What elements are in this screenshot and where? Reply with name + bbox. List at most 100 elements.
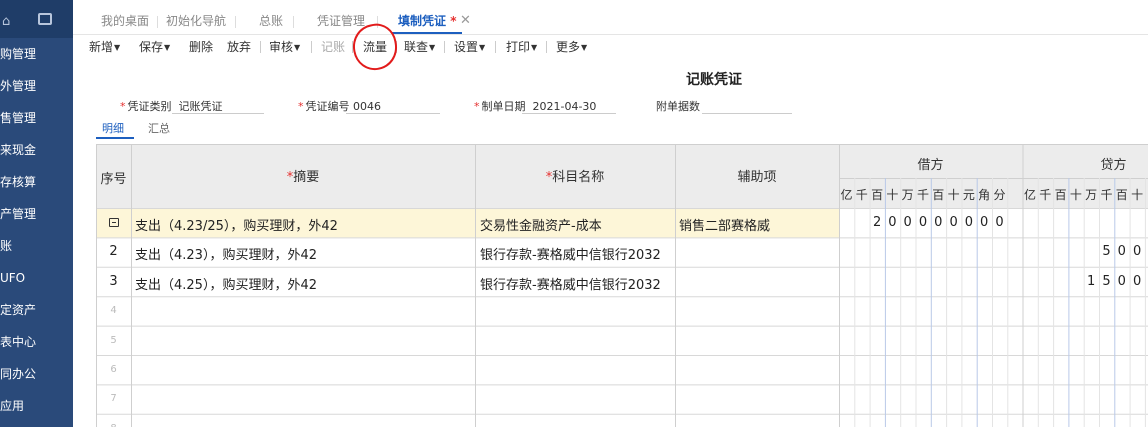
row-edit-icon[interactable] — [109, 218, 119, 227]
attachments-field[interactable]: 附单据数 — [656, 98, 704, 114]
sidebar-item[interactable]: 存核算 — [0, 166, 73, 198]
more-button[interactable]: 更多▼ — [556, 38, 587, 55]
cell-account[interactable]: 交易性金融资产-成本 — [480, 215, 602, 234]
chevron-down-icon: ▼ — [479, 43, 486, 52]
header-aux: 辅助项 — [737, 170, 777, 185]
modified-marker: * — [450, 14, 457, 28]
close-icon[interactable]: ✕ — [460, 10, 471, 32]
field-value: 记账凭证 — [178, 100, 223, 113]
tab-fill-voucher[interactable]: 填制凭证 * — [392, 10, 463, 34]
debit-digit: 0 — [918, 215, 928, 230]
sidebar-top: ⌂ — [0, 0, 73, 38]
cell-aux[interactable]: 销售二部赛格威 — [679, 215, 770, 234]
field-value: 0046 — [353, 100, 381, 113]
tab-summary[interactable]: 汇总 — [148, 120, 170, 136]
debit-digit-header: 百 — [871, 188, 884, 202]
tab-label: 填制凭证 — [398, 14, 447, 28]
cell-account[interactable]: 银行存款-赛格威中信银行2032 — [480, 274, 661, 293]
sidebar-item[interactable]: 应用 — [0, 390, 73, 422]
tab-bar: 我的桌面 初始化导航 总账 凭证管理 填制凭证 * ✕ — [73, 10, 1148, 34]
tab-detail[interactable]: 明细 — [102, 120, 124, 136]
window-icon[interactable] — [38, 13, 52, 25]
delete-button[interactable]: 删除 — [189, 38, 213, 55]
tab-label: 初始化导航 — [166, 14, 227, 28]
voucher-title: 记账凭证 — [686, 72, 742, 88]
credit-digit-header: 亿 — [1023, 188, 1036, 202]
save-button[interactable]: 保存▼ — [139, 38, 170, 55]
debit-digit-header: 分 — [993, 188, 1006, 202]
debit-digit: 0 — [995, 215, 1004, 230]
toolbar: 新增▼ 保存▼ 删除 放弃 审核▼ 记账 流量 联查▼ 设置▼ 打印▼ 更多▼ — [73, 35, 1148, 57]
post-button[interactable]: 记账 — [321, 38, 345, 55]
debit-digit: 0 — [888, 215, 897, 230]
row-seq: 8 — [96, 423, 131, 427]
debit-digit-header: 万 — [901, 188, 914, 202]
credit-digit: 0 — [1117, 244, 1126, 260]
header-debit: 借方 — [917, 158, 944, 173]
credit-digit: 0 — [1132, 273, 1142, 289]
debit-digit-header: 角 — [978, 188, 991, 202]
debit-digit-header: 百 — [932, 188, 945, 202]
row-seq: 7 — [110, 393, 117, 405]
chevron-down-icon: ▼ — [429, 43, 436, 52]
print-button[interactable]: 打印▼ — [506, 38, 537, 55]
row-seq: 3 — [109, 273, 118, 289]
credit-digit: 5 — [1102, 273, 1111, 289]
row-seq: 5 — [110, 334, 117, 346]
sidebar: ⌂ 购管理 外管理 售管理 来现金 存核算 产管理账 UFO 定资产 表中心 同办公 应用 — [0, 0, 73, 427]
debit-digit: 0 — [949, 215, 958, 230]
sidebar-item[interactable]: UFO — [0, 262, 73, 294]
chevron-down-icon: ▼ — [531, 43, 538, 52]
credit-digit-header: 万 — [1085, 188, 1098, 202]
discard-button[interactable]: 放弃 — [227, 38, 251, 55]
cell-summary[interactable]: 支出（4.25），购买理财，外42 — [135, 274, 317, 293]
debit-digit-header: 十 — [947, 188, 960, 202]
sidebar-item[interactable]: 同办公 — [0, 358, 73, 390]
sidebar-item[interactable]: 来现金 — [0, 134, 73, 166]
tab-desktop[interactable]: 我的桌面 — [101, 10, 149, 34]
voucher-grid: 序号 *摘要 *科目名称 辅助项 借方 贷方 亿千百十万千百十元角分亿千百十万千… — [96, 144, 1148, 427]
settings-button[interactable]: 设置▼ — [454, 38, 485, 55]
debit-digit: 0 — [964, 215, 974, 230]
field-label: 凭证编号 — [305, 100, 350, 113]
chevron-down-icon: ▼ — [294, 43, 301, 52]
debit-digit: 0 — [980, 215, 989, 230]
debit-digit-header: 十 — [886, 188, 899, 202]
tab-label: 我的桌面 — [101, 14, 150, 28]
tab-label: 凭证管理 — [317, 14, 366, 28]
cell-account[interactable]: 银行存款-赛格威中信银行2032 — [480, 244, 661, 263]
sidebar-item[interactable]: 购管理 — [0, 38, 73, 70]
debit-digit-header: 亿 — [840, 188, 853, 202]
chevron-down-icon: ▼ — [114, 43, 121, 52]
debit-digit-header: 元 — [962, 188, 975, 202]
add-button[interactable]: 新增▼ — [89, 38, 120, 55]
credit-digit-header: 十 — [1069, 188, 1082, 202]
sidebar-item[interactable]: 外管理 — [0, 70, 73, 102]
sidebar-item[interactable]: 表中心 — [0, 326, 73, 358]
sidebar-item[interactable]: 售管理 — [0, 102, 73, 134]
debit-digit: 0 — [903, 215, 912, 230]
credit-digit-header: 百 — [1054, 188, 1067, 202]
home-icon[interactable]: ⌂ — [2, 14, 10, 29]
field-label: 制单日期 — [481, 100, 526, 113]
tab-init-nav[interactable]: 初始化导航 — [166, 10, 226, 34]
row-seq: 6 — [110, 364, 117, 375]
query-button[interactable]: 联查▼ — [404, 38, 435, 55]
sidebar-item[interactable]: 产管理 — [0, 198, 73, 230]
audit-button[interactable]: 审核▼ — [269, 38, 300, 55]
sidebar-item[interactable]: 定资产 — [0, 294, 73, 326]
debit-digit: 0 — [934, 215, 943, 230]
sidebar-item[interactable]: 账 — [0, 230, 73, 262]
tab-label: 总账 — [259, 14, 284, 28]
voucher-type-field[interactable]: * 凭证类别 记账凭证 — [120, 98, 223, 114]
debit-digit-header: 千 — [855, 188, 868, 202]
voucher-number-field[interactable]: * 凭证编号 0046 — [298, 98, 381, 114]
credit-digit-header: 千 — [1039, 188, 1052, 202]
field-label: 附单据数 — [656, 100, 700, 113]
cell-summary[interactable]: 支出（4.23/25），购买理财，外42 — [135, 215, 338, 234]
field-label: 凭证类别 — [127, 100, 172, 113]
tab-ledger[interactable]: 总账 — [259, 10, 283, 34]
voucher-date-field[interactable]: * 制单日期 2021-04-30 — [474, 98, 596, 114]
header-seq: 序号 — [100, 172, 127, 187]
cell-summary[interactable]: 支出（4.23），购买理财，外42 — [135, 244, 317, 263]
